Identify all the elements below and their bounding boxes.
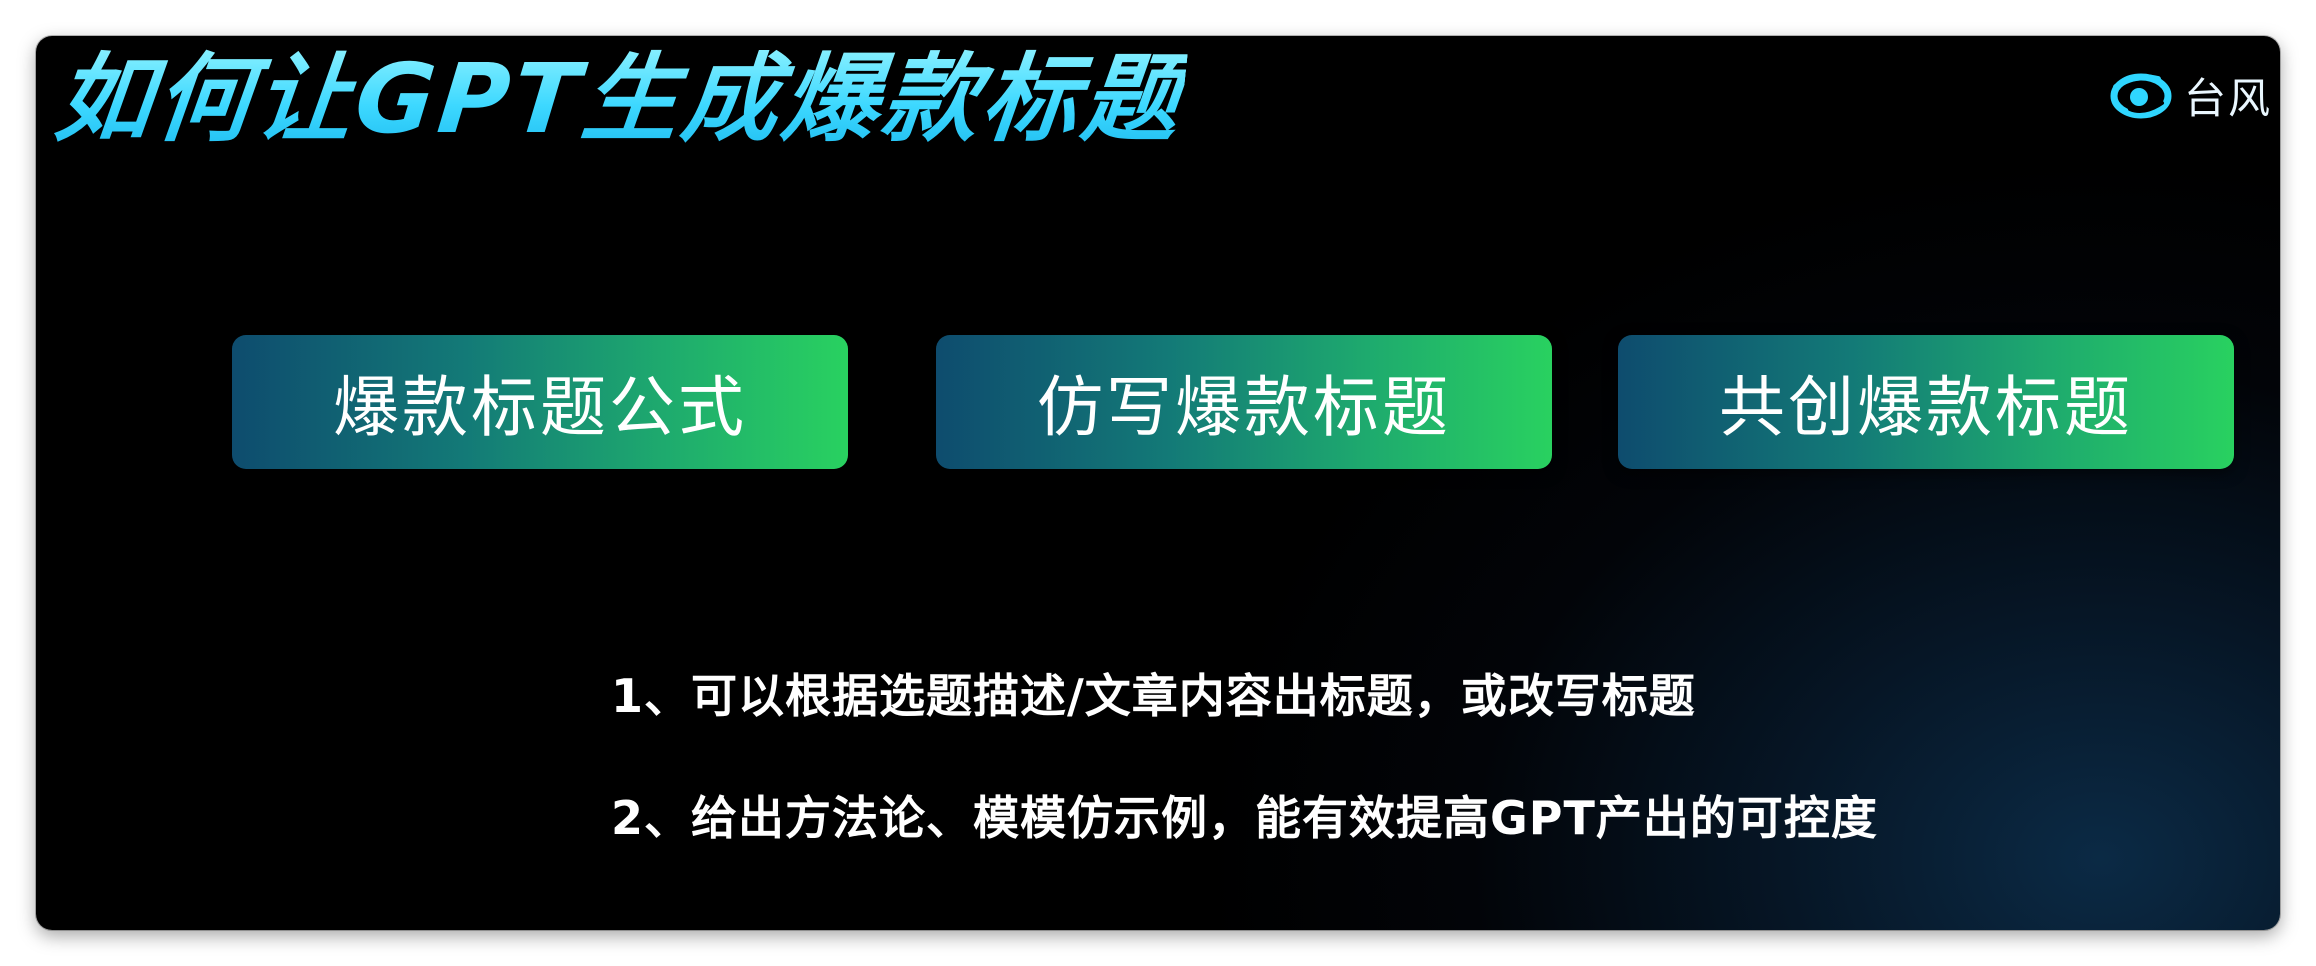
button-label: 爆款标题公式 xyxy=(333,369,747,446)
list-item: 1、可以根据选题描述/文章内容出标题，或改写标题 xyxy=(611,669,1696,723)
swirl-icon xyxy=(2110,73,2172,119)
list-item: 2、给出方法论、模模仿示例，能有效提高GPT产出的可控度 xyxy=(611,791,1878,845)
brand-logo: 台风 xyxy=(2110,60,2272,130)
cocreate-title-button[interactable]: 共创爆款标题 xyxy=(1618,335,2234,469)
button-label: 仿写爆款标题 xyxy=(1037,369,1451,446)
slide-title: 如何让GPT生成爆款标题 xyxy=(49,36,1189,164)
bullet-list: 1、可以根据选题描述/文章内容出标题，或改写标题 2、给出方法论、模模仿示例，能… xyxy=(611,666,1878,848)
brand-name: 台风 xyxy=(2183,73,2272,123)
slide: 如何让GPT生成爆款标题 台风 爆款标题公式 仿写爆款标题 共创爆款标题 1、可… xyxy=(36,36,2280,930)
imitate-title-button[interactable]: 仿写爆款标题 xyxy=(936,335,1552,469)
formula-title-button[interactable]: 爆款标题公式 xyxy=(232,335,848,469)
button-label: 共创爆款标题 xyxy=(1719,369,2133,446)
